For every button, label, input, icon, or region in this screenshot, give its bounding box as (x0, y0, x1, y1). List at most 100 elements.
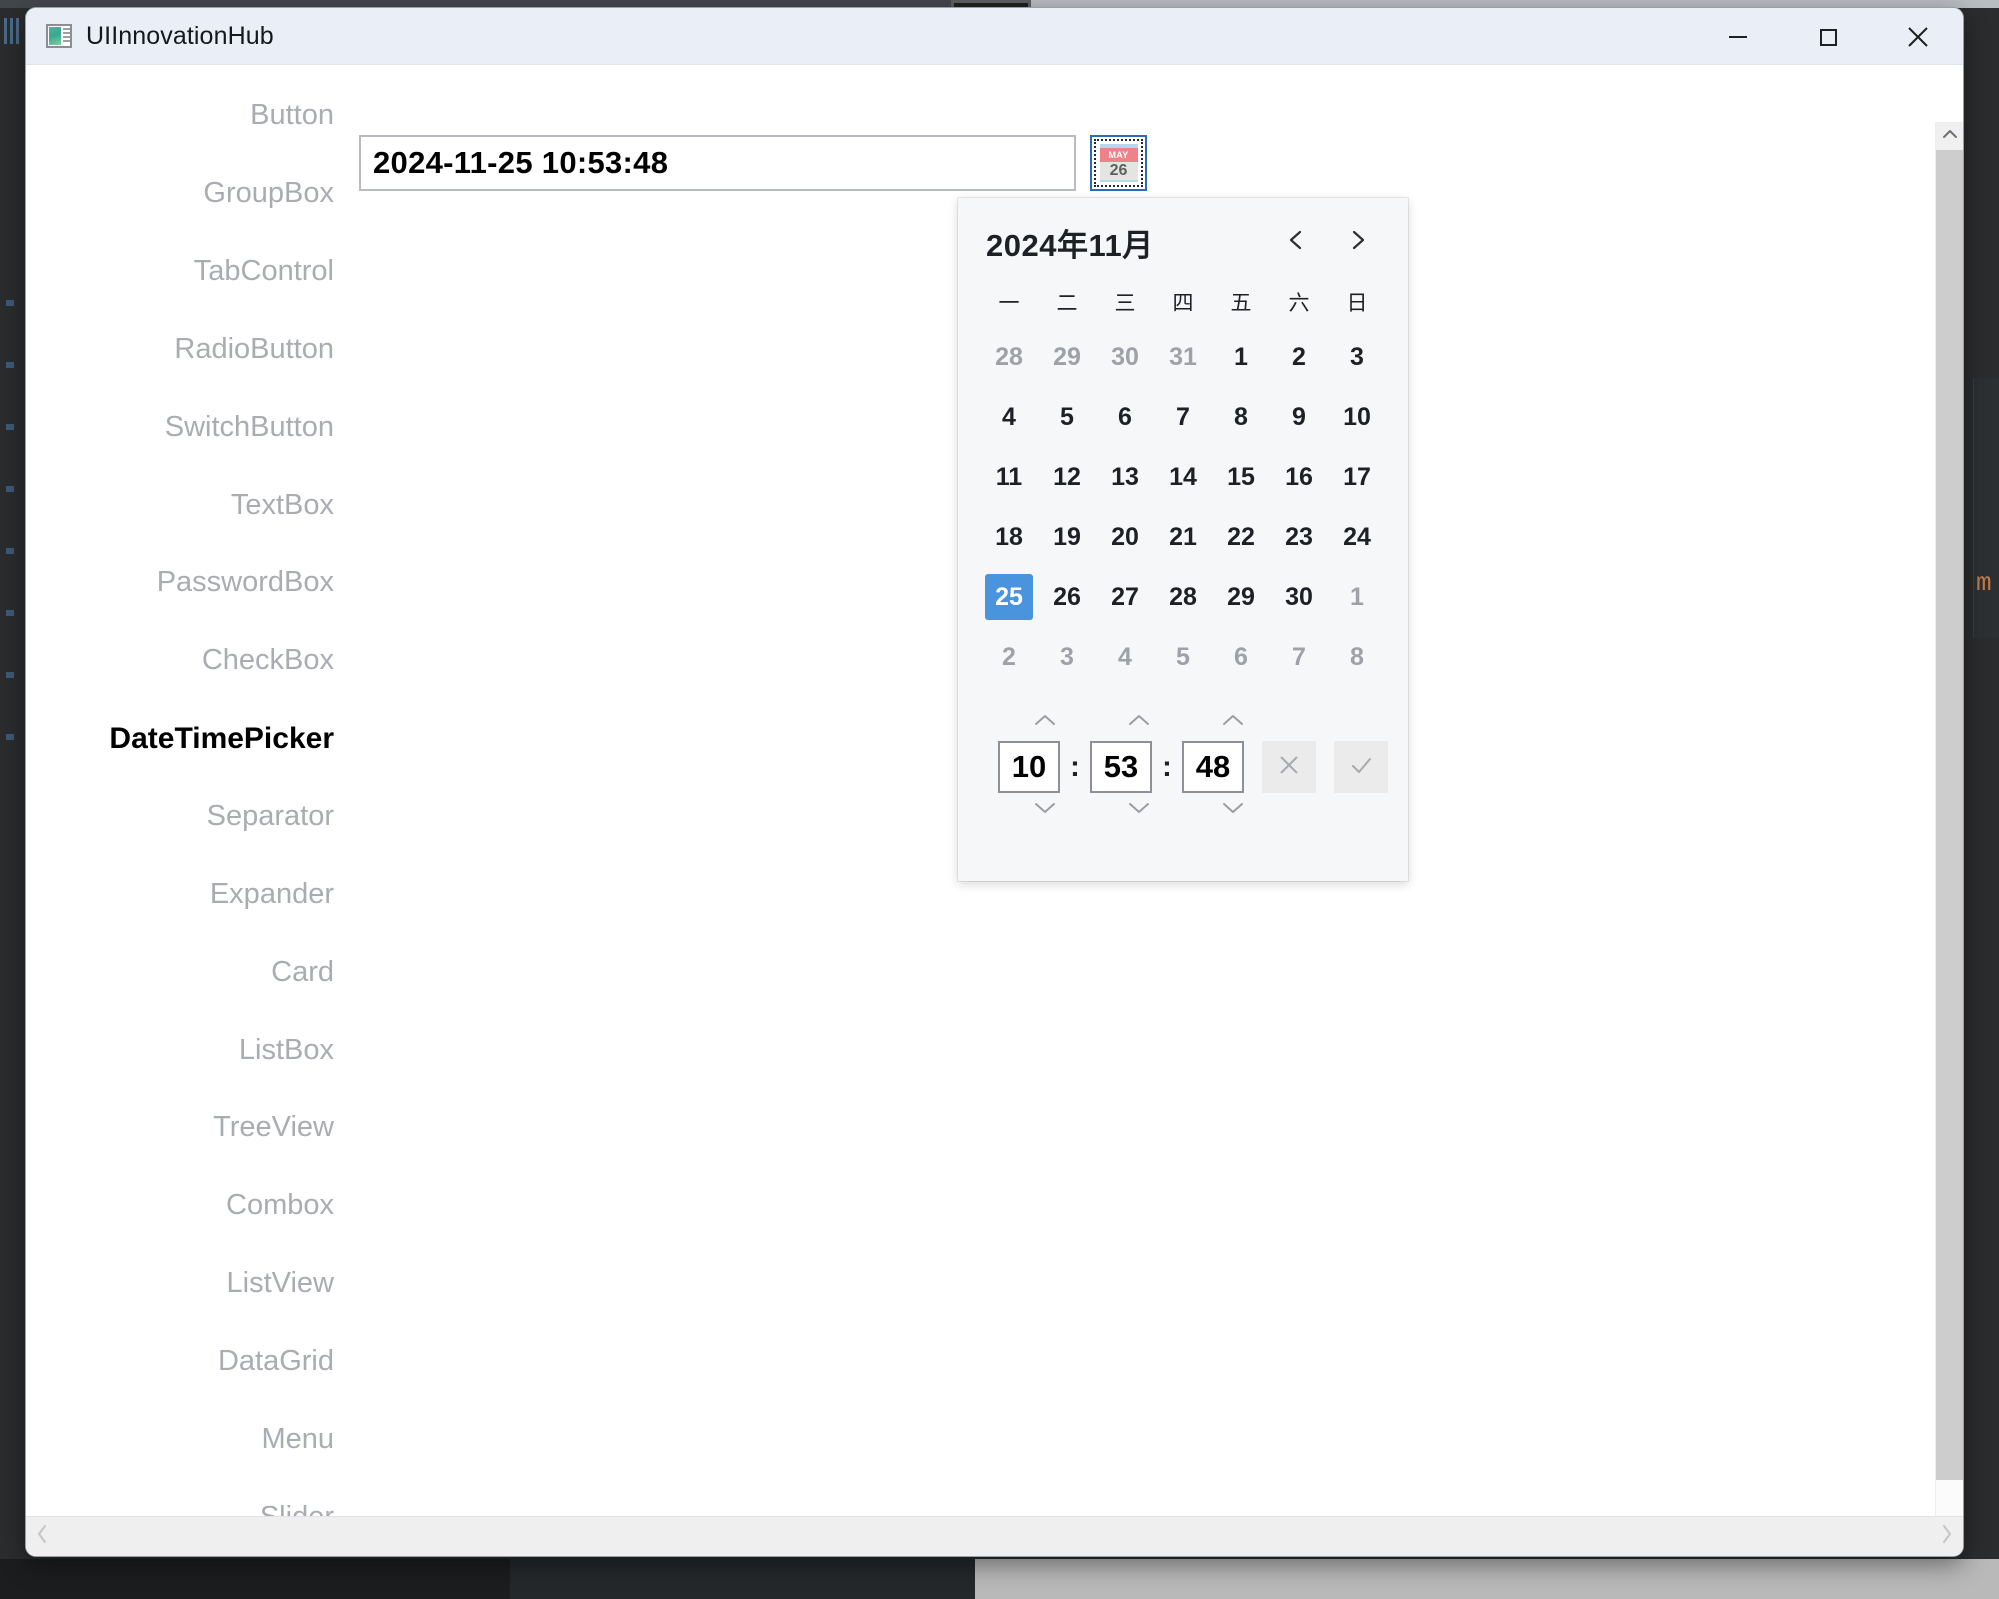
calendar-day-cell[interactable]: 19 (1038, 507, 1096, 567)
calendar-day-cell[interactable]: 7 (1270, 627, 1328, 687)
previous-month-button[interactable] (1280, 226, 1314, 260)
calendar-day-cell[interactable]: 14 (1154, 447, 1212, 507)
calendar-day-cell[interactable]: 8 (1212, 387, 1270, 447)
minute-down-button[interactable] (1092, 793, 1186, 827)
calendar-day-cell[interactable]: 13 (1096, 447, 1154, 507)
hour-input[interactable]: 10 (998, 741, 1060, 793)
calendar-day-cell[interactable]: 2 (980, 627, 1038, 687)
cancel-button[interactable] (1262, 741, 1316, 793)
calendar-day-cell[interactable]: 18 (980, 507, 1038, 567)
calendar-day-cell[interactable]: 26 (1038, 567, 1096, 627)
sidebar-item-menu[interactable]: Menu (26, 1400, 356, 1478)
calendar-day-cell[interactable]: 11 (980, 447, 1038, 507)
calendar-day-cell[interactable]: 29 (1212, 567, 1270, 627)
calendar-day-cell[interactable]: 1 (1212, 327, 1270, 387)
calendar-day-cell[interactable]: 30 (1270, 567, 1328, 627)
calendar-day-cell[interactable]: 20 (1096, 507, 1154, 567)
scroll-up-button[interactable] (1936, 122, 1963, 150)
calendar-day-cell[interactable]: 17 (1328, 447, 1386, 507)
sidebar-item-datagrid[interactable]: DataGrid (26, 1323, 356, 1401)
sidebar-item-button[interactable]: Button (26, 77, 356, 155)
calendar-day-cell[interactable]: 2 (1270, 327, 1328, 387)
minimize-icon (1725, 24, 1751, 50)
maximize-button[interactable] (1783, 8, 1873, 65)
calendar-day-cell[interactable]: 30 (1096, 327, 1154, 387)
scroll-left-button[interactable] (26, 1517, 60, 1557)
calendar-day-cell[interactable]: 5 (1038, 387, 1096, 447)
calendar-day-cell[interactable]: 9 (1270, 387, 1328, 447)
sidebar-item-card[interactable]: Card (26, 933, 356, 1011)
calendar-day-cell[interactable]: 15 (1212, 447, 1270, 507)
confirm-button[interactable] (1334, 741, 1388, 793)
horizontal-scrollbar[interactable] (26, 1516, 1963, 1556)
calendar-day-cell[interactable]: 5 (1154, 627, 1212, 687)
datetime-input[interactable]: 2024-11-25 10:53:48 (359, 135, 1076, 191)
weekday-fri: 五 (1230, 292, 1252, 315)
chevron-down-icon (1126, 800, 1152, 821)
sidebar-item-radiobutton[interactable]: RadioButton (26, 311, 356, 389)
minimize-button[interactable] (1693, 8, 1783, 65)
sidebar-item-textbox[interactable]: TextBox (26, 466, 356, 544)
second-input[interactable]: 48 (1182, 741, 1244, 793)
sidebar-item-groupbox[interactable]: GroupBox (26, 155, 356, 233)
weekday-sat: 六 (1288, 292, 1310, 315)
calendar-day-cell[interactable]: 12 (1038, 447, 1096, 507)
sidebar-item-combox[interactable]: Combox (26, 1167, 356, 1245)
scroll-right-button[interactable] (1929, 1517, 1963, 1557)
background-editor-right: m (1973, 378, 1999, 638)
calendar-day-cell[interactable]: 6 (1212, 627, 1270, 687)
hour-down-button[interactable] (998, 793, 1092, 827)
second-down-button[interactable] (1186, 793, 1280, 827)
second-up-button[interactable] (1186, 705, 1280, 739)
calendar-day-cell[interactable]: 10 (1328, 387, 1386, 447)
calendar-day-cell[interactable]: 3 (1328, 327, 1386, 387)
sidebar-item-listview[interactable]: ListView (26, 1245, 356, 1323)
calendar-day-cell[interactable]: 8 (1328, 627, 1386, 687)
calendar-picker-button[interactable]: MAY 26 (1090, 135, 1147, 191)
title-bar: UIInnovationHub (26, 8, 1963, 65)
calendar-day-cell-selected[interactable]: 25 (980, 567, 1038, 627)
weekday-sun: 日 (1346, 292, 1368, 315)
next-month-button[interactable] (1340, 226, 1374, 260)
vertical-scroll-thumb[interactable] (1936, 150, 1963, 1480)
calendar-day-cell[interactable]: 27 (1096, 567, 1154, 627)
client-area: Button GroupBox TabControl RadioButton S… (26, 65, 1963, 1556)
minute-input[interactable]: 53 (1090, 741, 1152, 793)
calendar-day-cell[interactable]: 6 (1096, 387, 1154, 447)
calendar-day-cell[interactable]: 28 (980, 327, 1038, 387)
calendar-day-cell[interactable]: 1 (1328, 567, 1386, 627)
background-top-strip-left (0, 0, 951, 8)
sidebar-item-checkbox[interactable]: CheckBox (26, 622, 356, 700)
calendar-day-cell[interactable]: 7 (1154, 387, 1212, 447)
calendar-day-cell[interactable]: 16 (1270, 447, 1328, 507)
background-editor-markers (6, 300, 16, 940)
calendar-day-cell[interactable]: 29 (1038, 327, 1096, 387)
calendar-day-cell[interactable]: 3 (1038, 627, 1096, 687)
sidebar-item-passwordbox[interactable]: PasswordBox (26, 544, 356, 622)
sidebar-item-datetimepicker[interactable]: DateTimePicker (26, 700, 356, 778)
calendar-day-cell[interactable]: 22 (1212, 507, 1270, 567)
calendar-day-cell[interactable]: 4 (1096, 627, 1154, 687)
calendar-month-title: 2024年11月 (986, 228, 1154, 263)
chevron-left-icon (1284, 227, 1310, 258)
calendar-icon: MAY 26 (1099, 144, 1138, 182)
sidebar-item-treeview[interactable]: TreeView (26, 1089, 356, 1167)
sidebar-item-expander[interactable]: Expander (26, 855, 356, 933)
calendar-day-cell[interactable]: 24 (1328, 507, 1386, 567)
calendar-week-row: 18 19 20 21 22 23 24 (980, 507, 1386, 567)
hour-up-button[interactable] (998, 705, 1092, 739)
minute-up-button[interactable] (1092, 705, 1186, 739)
sidebar-item-listbox[interactable]: ListBox (26, 1011, 356, 1089)
sidebar-item-separator[interactable]: Separator (26, 778, 356, 856)
calendar-day-cell[interactable]: 31 (1154, 327, 1212, 387)
vertical-scrollbar[interactable] (1935, 122, 1963, 1556)
background-top-strip-right (1031, 0, 1999, 8)
calendar-day-cell[interactable]: 28 (1154, 567, 1212, 627)
calendar-day-cell[interactable]: 23 (1270, 507, 1328, 567)
close-button[interactable] (1873, 8, 1963, 65)
calendar-day-cell[interactable]: 4 (980, 387, 1038, 447)
calendar-day-cell[interactable]: 21 (1154, 507, 1212, 567)
sidebar-item-tabcontrol[interactable]: TabControl (26, 233, 356, 311)
sidebar-item-switchbutton[interactable]: SwitchButton (26, 388, 356, 466)
vertical-scroll-track[interactable] (1936, 150, 1963, 1545)
